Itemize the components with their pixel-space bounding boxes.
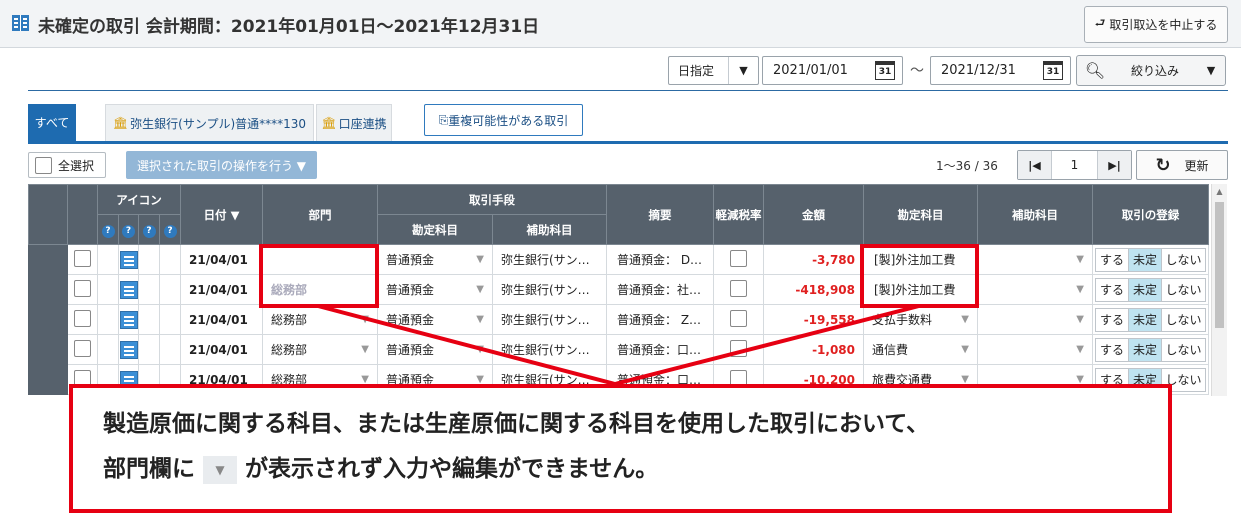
- callout-line-2: 部門欄に ▼ が表示されず入力や編集ができません。: [103, 455, 659, 484]
- department-highlight-box: [259, 244, 379, 308]
- annotation-callout: 製造原価に関する科目、または生産原価に関する科目を使用した取引において、 部門欄…: [69, 384, 1172, 513]
- dropdown-arrow-icon: ▼: [203, 455, 237, 484]
- account-highlight-box: [860, 244, 979, 308]
- callout-line-1: 製造原価に関する科目、または生産原価に関する科目を使用した取引において、: [103, 411, 930, 437]
